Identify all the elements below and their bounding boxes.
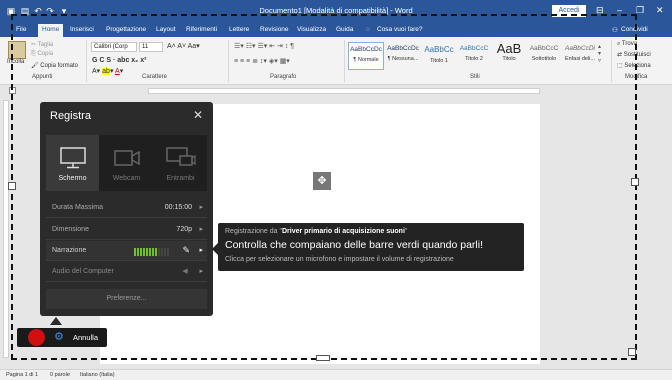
webcam-icon [114,150,140,166]
recorder-title: Registra [50,110,91,122]
chevron-right-icon: ▸ [199,268,203,275]
status-bar: Pagina 1 di 1 0 parole Italiano (Italia) [0,369,672,380]
source-webcam[interactable]: Webcam [100,135,153,191]
setting-key: Dimensione [52,226,89,233]
setting-computer-audio[interactable]: Audio del Computer ◀· ▸ [46,262,207,282]
setting-key: Durata Massima [52,204,103,211]
mic-level-bar [134,248,174,256]
source-both[interactable]: Entrambi [154,135,207,191]
resize-handle-bottom-right[interactable] [628,348,636,356]
recorder-panel: Registra ✕ Schermo Webcam Entrambi Durat… [40,102,213,316]
mic-level-segment [152,248,154,256]
resize-handle-left[interactable] [8,182,16,190]
tooltip-headline: Controlla che compaiano delle barre verd… [225,239,483,251]
tooltip-device-name: Driver primario di acquisizione suoni [281,228,405,235]
vertical-ruler[interactable] [3,100,9,358]
setting-key: Audio del Computer [52,268,114,275]
maximize-button[interactable]: ❐ [636,5,644,16]
preferences-button[interactable]: Preferenze... [46,289,207,309]
chevron-right-icon: ▸ [199,204,203,211]
source-selector: Schermo Webcam Entrambi [46,135,207,191]
narration-tooltip: Registrazione da "Driver primario di acq… [212,223,524,271]
record-button[interactable] [28,329,45,346]
panel-pointer [50,317,62,325]
microphone-icon: ✎ [182,245,190,255]
mic-level-segment [146,248,148,256]
recorder-close-icon[interactable]: ✕ [193,108,203,122]
cancel-button[interactable]: Annulla [73,333,98,342]
setting-key: Narrazione [52,247,87,254]
source-screen-label: Schermo [58,175,87,182]
mic-level-segment [140,248,142,256]
mic-level-segment [167,248,169,256]
setting-value: 00:15:00 [164,204,192,211]
move-icon[interactable]: ✥ [313,172,331,190]
mic-level-segment [134,248,136,256]
status-page[interactable]: Pagina 1 di 1 [6,372,38,378]
mic-level-segment [161,248,163,256]
both-icon [166,147,196,166]
status-words[interactable]: 0 parole [50,372,70,378]
mic-level-segment [149,248,151,256]
setting-narration[interactable]: Narrazione ✎ ▸ [46,241,207,261]
monitor-icon [60,147,86,169]
vertical-scrollbar[interactable] [660,97,670,367]
record-controls: ⚙ Annulla [17,328,107,347]
setting-max-duration[interactable]: Durata Massima 00:15:00 ▸ [46,198,207,218]
setting-size[interactable]: Dimensione 720p ▸ [46,220,207,240]
tooltip-source-line: Registrazione da "Driver primario di acq… [225,228,408,235]
tooltip-hint: Clicca per selezionare un microfono e im… [225,256,454,263]
mic-level-segment [164,248,166,256]
close-button[interactable]: ✕ [656,5,664,16]
mic-level-segment [158,248,160,256]
speaker-muted-icon: ◀· [182,268,190,275]
mic-level-segment [155,248,157,256]
mic-level-segment [137,248,139,256]
source-both-label: Entrambi [166,175,195,182]
source-webcam-label: Webcam [112,175,141,182]
status-language[interactable]: Italiano (Italia) [80,372,115,378]
mic-level-segment [143,248,145,256]
chevron-right-icon: ▸ [199,247,203,254]
resize-handle-bottom[interactable] [316,355,330,361]
source-screen[interactable]: Schermo [46,135,99,191]
resize-handle-right[interactable] [631,178,639,186]
chevron-right-icon: ▸ [199,226,203,233]
gear-icon[interactable]: ⚙ [54,330,64,343]
setting-value: 720p [176,226,192,233]
